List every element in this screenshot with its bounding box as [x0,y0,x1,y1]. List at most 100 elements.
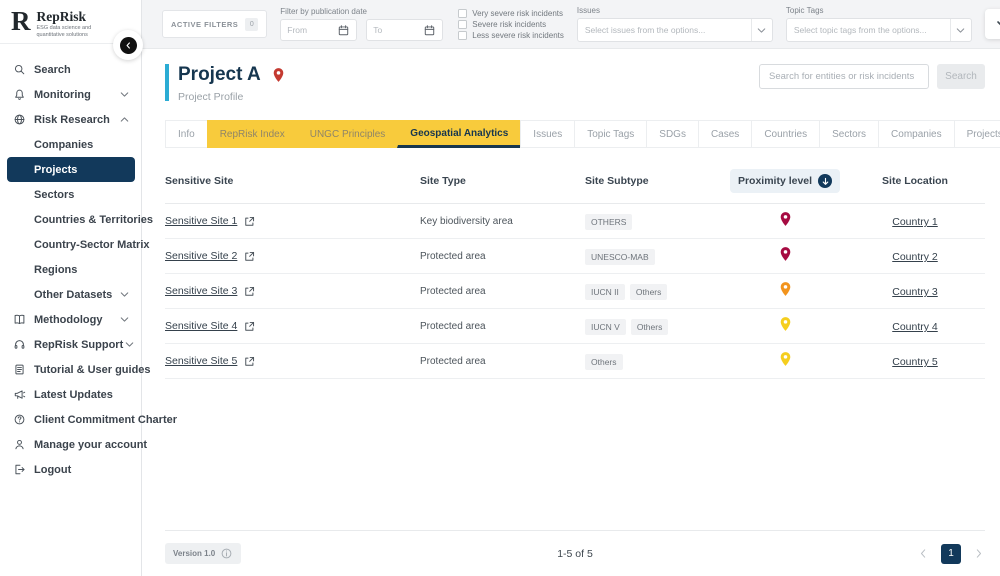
active-filters-button[interactable]: ACTIVE FILTERS 0 [162,10,268,38]
sidebar-item-projects[interactable]: Projects [7,157,135,182]
proximity-pin-icon [778,281,793,301]
severity-option: Very severe risk incidents [458,8,564,18]
entity-search-input[interactable] [759,64,929,89]
date-to-input[interactable] [373,25,424,35]
issues-filter: Issues Select issues from the options... [576,6,773,42]
sensitive-site-link[interactable]: Sensitive Site 5 [165,355,237,367]
col-header-proximity-label: Proximity level [737,175,813,187]
profile-tabs: Info RepRisk Index UNGC Principles Geospati… [165,120,1000,148]
book-icon [13,313,27,327]
next-page-button[interactable] [972,547,985,560]
tab-cases[interactable]: Cases [697,120,753,148]
date-from-input[interactable] [287,25,338,35]
sidebar-collapse-button[interactable] [113,30,143,60]
tab-reprisk-index[interactable]: RepRisk Index [206,120,298,148]
headset-icon [13,338,27,352]
sidebar-item-manage-your-account[interactable]: Manage your account [0,432,147,457]
tab-countries[interactable]: Countries [751,120,821,148]
sidebar-item-companies[interactable]: Companies [0,132,141,157]
calendar-icon[interactable] [423,24,436,37]
external-link-icon[interactable] [243,285,256,298]
country-link[interactable]: Country 1 [892,216,938,228]
sidebar-item-sectors[interactable]: Sectors [0,182,141,207]
checkbox[interactable] [458,8,468,18]
issues-label: Issues [576,6,600,15]
chevron-down-icon [118,288,131,301]
sensitive-site-link[interactable]: Sensitive Site 2 [165,250,237,262]
sidebar-item-tutorial-user-guides[interactable]: Tutorial & User guides [0,357,151,382]
date-from-field[interactable] [280,19,358,41]
tab-companies[interactable]: Companies [878,120,955,148]
tab-sdgs[interactable]: SDGs [646,120,699,148]
site-type: Protected area [420,285,486,297]
sidebar-item-logout[interactable]: Logout [0,457,141,482]
sidebar-item-latest-updates[interactable]: Latest Updates [0,382,141,407]
country-link[interactable]: Country 5 [892,356,938,368]
chevron-down-icon [951,24,971,37]
footer: Version 1.0 1-5 of 5 1 [165,530,985,576]
tab-ungc-principles[interactable]: UNGC Principles [296,120,399,148]
table-row: Sensitive Site 5 Protected area Others Coun… [165,344,985,379]
sidebar-item-risk-research[interactable]: Risk Research [0,107,141,132]
site-subtype-chip: OTHERS [585,214,633,230]
site-subtype-chip: Others [585,354,623,370]
checkbox[interactable] [458,19,468,29]
calendar-icon[interactable] [337,24,350,37]
sidebar-item-label: Search [34,63,71,76]
tab-geospatial-analytics[interactable]: Geospatial Analytics [397,120,522,148]
proximity-pin-icon [778,211,793,231]
tab-sectors[interactable]: Sectors [819,120,880,148]
sensitive-site-link[interactable]: Sensitive Site 4 [165,320,237,332]
journal-icon [13,363,27,377]
sensitive-site-link[interactable]: Sensitive Site 3 [165,285,237,297]
tab-info[interactable]: Info [165,120,208,148]
country-link[interactable]: Country 3 [892,286,938,298]
col-header-site-type: Site Type [420,175,466,187]
site-subtype-chip: IUCN V [585,319,626,335]
sidebar-item-country-sector-matrix[interactable]: Country-Sector Matrix [0,232,150,257]
pagination: 1 [917,543,985,564]
sidebar-item-other-datasets[interactable]: Other Datasets [0,282,141,307]
version-badge[interactable]: Version 1.0 [165,543,242,564]
sidebar-item-label: Country-Sector Matrix [34,238,150,251]
sidebar-item-reprisk-support[interactable]: RepRisk Support [0,332,141,357]
issues-placeholder: Select issues from the options... [584,25,706,35]
site-subtype-chip: UNESCO-MAB [585,249,655,265]
sidebar-item-methodology[interactable]: Methodology [0,307,141,332]
site-type: Protected area [420,250,486,262]
site-subtype-chip: Others [629,284,668,300]
tab-projects[interactable]: Projects [953,120,1000,148]
sidebar-item-countries-territories[interactable]: Countries & Territories [0,207,153,232]
current-page-button[interactable]: 1 [941,543,961,564]
tab-issues[interactable]: Issues [520,120,576,148]
main-content: Project A Project Profile Search InfoRep… [142,49,1000,576]
sidebar-item-regions[interactable]: Regions [0,257,141,282]
previous-page-button[interactable] [917,547,930,560]
user-icon [13,438,27,452]
external-link-icon[interactable] [243,355,256,368]
topic-tags-select[interactable]: Select topic tags from the options... [785,18,972,42]
country-link[interactable]: Country 4 [892,321,938,333]
external-link-icon[interactable] [243,215,256,228]
active-filters-label: ACTIVE FILTERS [171,19,239,29]
checkbox[interactable] [458,30,468,40]
sidebar-item-search[interactable]: Search [0,57,141,82]
sidebar-item-client-commitment-charter[interactable]: Client Commitment Charter [0,407,177,432]
sidebar-item-monitoring[interactable]: Monitoring [0,82,141,107]
external-link-icon[interactable] [243,320,256,333]
sidebar-item-label: Risk Research [34,113,110,126]
pagination-range: 1-5 of 5 [557,547,593,560]
sidebar-item-label: Sectors [34,188,75,201]
sidebar-item-label: Countries & Territories [34,213,153,226]
col-header-proximity-sort[interactable]: Proximity level [729,169,841,193]
external-link-icon[interactable] [243,250,256,263]
sidebar-item-label: Methodology [34,313,103,326]
brand-tagline-line1: ESG data science and [36,25,92,31]
issues-select[interactable]: Select issues from the options... [576,18,773,42]
filter-bar-expand-button[interactable] [984,9,1000,39]
date-to-field[interactable] [366,19,444,41]
sensitive-site-link[interactable]: Sensitive Site 1 [165,215,237,227]
country-link[interactable]: Country 2 [892,251,938,263]
search-button[interactable]: Search [937,64,985,89]
tab-topic-tags[interactable]: Topic Tags [574,120,648,148]
